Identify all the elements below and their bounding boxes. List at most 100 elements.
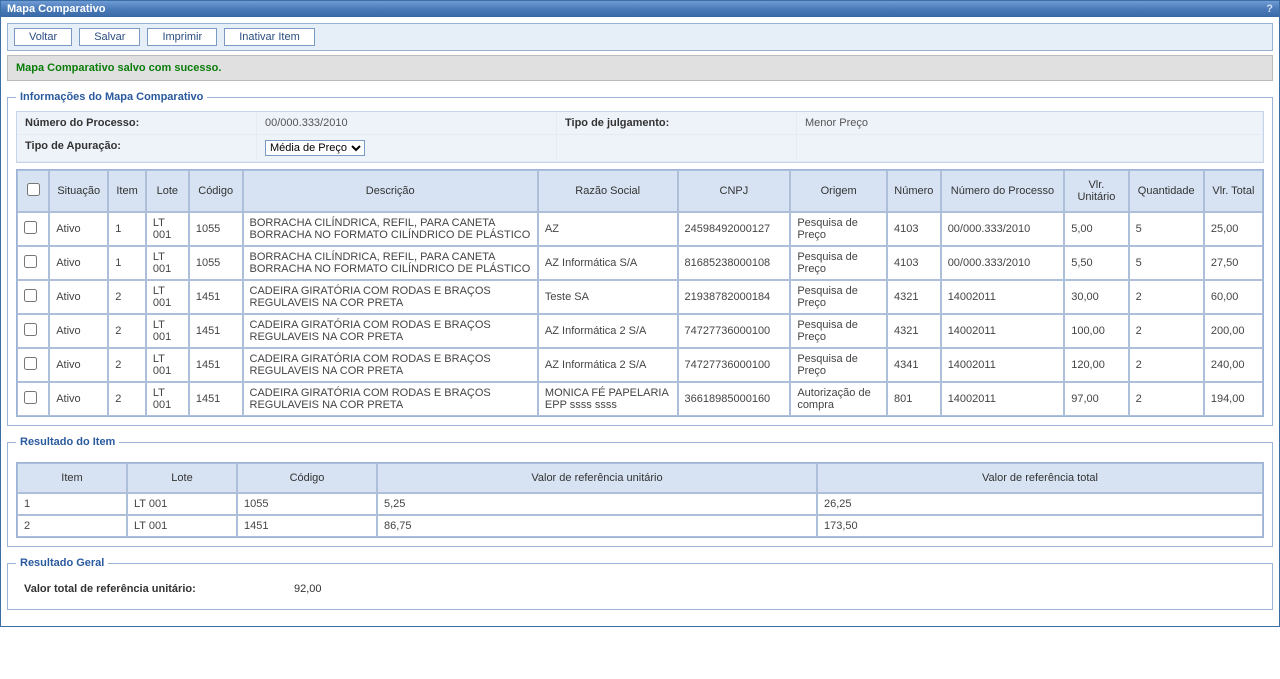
cell-situacao: Ativo bbox=[49, 212, 108, 246]
cell-cnpj: 74727736000100 bbox=[678, 348, 791, 382]
cell-codigo: 1451 bbox=[189, 314, 243, 348]
cell-descricao: BORRACHA CILÍNDRICA, REFIL, PARA CANETA … bbox=[243, 212, 538, 246]
info-fieldset: Informações do Mapa Comparativo Número d… bbox=[7, 91, 1273, 426]
header-descricao: Descrição bbox=[243, 170, 538, 212]
cell-situacao: Ativo bbox=[49, 382, 108, 416]
cell-lote: LT 001 bbox=[146, 382, 189, 416]
numero-processo-value: 00/000.333/2010 bbox=[257, 112, 557, 135]
table-row: Ativo 2 LT 0011451CADEIRA GIRATÓRIA COM RO… bbox=[17, 314, 1263, 348]
resultado-geral-legend: Resultado Geral bbox=[16, 557, 108, 569]
cell-razao: AZ bbox=[538, 212, 678, 246]
cell-razao: AZ Informática 2 S/A bbox=[538, 348, 678, 382]
valor-total-unit-label: Valor total de referência unitário: bbox=[16, 577, 286, 601]
info-legend: Informações do Mapa Comparativo bbox=[16, 91, 207, 103]
header-vlr-total: Vlr. Total bbox=[1204, 170, 1263, 212]
resultado-geral-fieldset: Resultado Geral Valor total de referênci… bbox=[7, 557, 1273, 610]
cell-num-processo: 14002011 bbox=[941, 280, 1065, 314]
cell-numero: 4103 bbox=[887, 212, 941, 246]
cell-situacao: Ativo bbox=[49, 348, 108, 382]
main-table: Situação Item Lote Código Descrição Razã… bbox=[16, 169, 1264, 417]
cell-lote: LT 001 bbox=[146, 314, 189, 348]
cell-cnpj: 21938782000184 bbox=[678, 280, 791, 314]
row-checkbox-cell bbox=[17, 314, 49, 348]
cell-vlr-unitario: 100,00 bbox=[1064, 314, 1128, 348]
ri-cell-val-unit: 5,25 bbox=[377, 493, 817, 515]
cell-codigo: 1451 bbox=[189, 280, 243, 314]
tipo-apuracao-select[interactable]: Média de Preço bbox=[265, 140, 365, 156]
inativar-item-button[interactable]: Inativar Item bbox=[224, 28, 315, 46]
cell-lote: LT 001 bbox=[146, 212, 189, 246]
table-row: Ativo 2 LT 0011451CADEIRA GIRATÓRIA COM RO… bbox=[17, 382, 1263, 416]
cell-vlr-unitario: 120,00 bbox=[1064, 348, 1128, 382]
cell-origem: Pesquisa de Preço bbox=[790, 246, 887, 280]
row-checkbox-cell bbox=[17, 348, 49, 382]
header-lote: Lote bbox=[146, 170, 189, 212]
tipo-apuracao-value: Média de Preço bbox=[257, 135, 557, 162]
row-checkbox[interactable] bbox=[24, 255, 37, 268]
cell-numero: 4321 bbox=[887, 280, 941, 314]
cell-vlr-unitario: 5,00 bbox=[1064, 212, 1128, 246]
cell-numero: 4321 bbox=[887, 314, 941, 348]
cell-vlr-total: 27,50 bbox=[1204, 246, 1263, 280]
titlebar: Mapa Comparativo ? bbox=[1, 1, 1279, 17]
cell-quantidade: 2 bbox=[1129, 382, 1204, 416]
cell-num-processo: 00/000.333/2010 bbox=[941, 246, 1065, 280]
cell-razao: Teste SA bbox=[538, 280, 678, 314]
ri-header-lote: Lote bbox=[127, 463, 237, 493]
resultado-item-header-row: Item Lote Código Valor de referência uni… bbox=[17, 463, 1263, 493]
imprimir-button[interactable]: Imprimir bbox=[147, 28, 217, 46]
cell-num-processo: 14002011 bbox=[941, 382, 1065, 416]
cell-situacao: Ativo bbox=[49, 314, 108, 348]
cell-codigo: 1451 bbox=[189, 382, 243, 416]
cell-numero: 801 bbox=[887, 382, 941, 416]
resultado-item-table: Item Lote Código Valor de referência uni… bbox=[16, 462, 1264, 538]
row-checkbox[interactable] bbox=[24, 289, 37, 302]
cell-vlr-total: 25,00 bbox=[1204, 212, 1263, 246]
cell-origem: Autorização de compra bbox=[790, 382, 887, 416]
row-checkbox[interactable] bbox=[24, 221, 37, 234]
header-item: Item bbox=[108, 170, 146, 212]
ri-cell-codigo: 1451 bbox=[237, 515, 377, 537]
cell-cnpj: 81685238000108 bbox=[678, 246, 791, 280]
cell-quantidade: 2 bbox=[1129, 314, 1204, 348]
select-all-checkbox[interactable] bbox=[27, 183, 40, 196]
salvar-button[interactable]: Salvar bbox=[79, 28, 140, 46]
help-icon[interactable]: ? bbox=[1266, 3, 1273, 15]
header-cnpj: CNPJ bbox=[678, 170, 791, 212]
resultado-geral-row: Valor total de referência unitário: 92,0… bbox=[16, 577, 1264, 601]
cell-origem: Pesquisa de Preço bbox=[790, 314, 887, 348]
toolbar: Voltar Salvar Imprimir Inativar Item bbox=[7, 23, 1273, 51]
cell-razao: AZ Informática S/A bbox=[538, 246, 678, 280]
cell-lote: LT 001 bbox=[146, 348, 189, 382]
row-checkbox-cell bbox=[17, 280, 49, 314]
cell-lote: LT 001 bbox=[146, 246, 189, 280]
cell-vlr-total: 200,00 bbox=[1204, 314, 1263, 348]
cell-descricao: CADEIRA GIRATÓRIA COM RODAS E BRAÇOS REG… bbox=[243, 382, 538, 416]
resultado-item-fieldset: Resultado do Item Item Lote Código Valor… bbox=[7, 436, 1273, 547]
row-checkbox[interactable] bbox=[24, 357, 37, 370]
row-checkbox-cell bbox=[17, 212, 49, 246]
ri-header-item: Item bbox=[17, 463, 127, 493]
cell-num-processo: 14002011 bbox=[941, 314, 1065, 348]
ri-cell-val-unit: 86,75 bbox=[377, 515, 817, 537]
resultado-item-legend: Resultado do Item bbox=[16, 436, 119, 448]
cell-origem: Pesquisa de Preço bbox=[790, 280, 887, 314]
cell-vlr-total: 60,00 bbox=[1204, 280, 1263, 314]
cell-descricao: CADEIRA GIRATÓRIA COM RODAS E BRAÇOS REG… bbox=[243, 314, 538, 348]
ri-cell-codigo: 1055 bbox=[237, 493, 377, 515]
info-grid: Número do Processo: 00/000.333/2010 Tipo… bbox=[16, 111, 1264, 163]
header-checkbox-cell bbox=[17, 170, 49, 212]
cell-situacao: Ativo bbox=[49, 280, 108, 314]
cell-razao: MONICA FÉ PAPELARIA EPP ssss ssss bbox=[538, 382, 678, 416]
header-numero: Número bbox=[887, 170, 941, 212]
valor-total-unit-value: 92,00 bbox=[286, 577, 330, 601]
cell-codigo: 1451 bbox=[189, 348, 243, 382]
cell-cnpj: 74727736000100 bbox=[678, 314, 791, 348]
voltar-button[interactable]: Voltar bbox=[14, 28, 72, 46]
content-area: Voltar Salvar Imprimir Inativar Item Map… bbox=[1, 17, 1279, 626]
ri-header-codigo: Código bbox=[237, 463, 377, 493]
ri-cell-lote: LT 001 bbox=[127, 493, 237, 515]
row-checkbox[interactable] bbox=[24, 391, 37, 404]
row-checkbox[interactable] bbox=[24, 323, 37, 336]
cell-quantidade: 5 bbox=[1129, 246, 1204, 280]
